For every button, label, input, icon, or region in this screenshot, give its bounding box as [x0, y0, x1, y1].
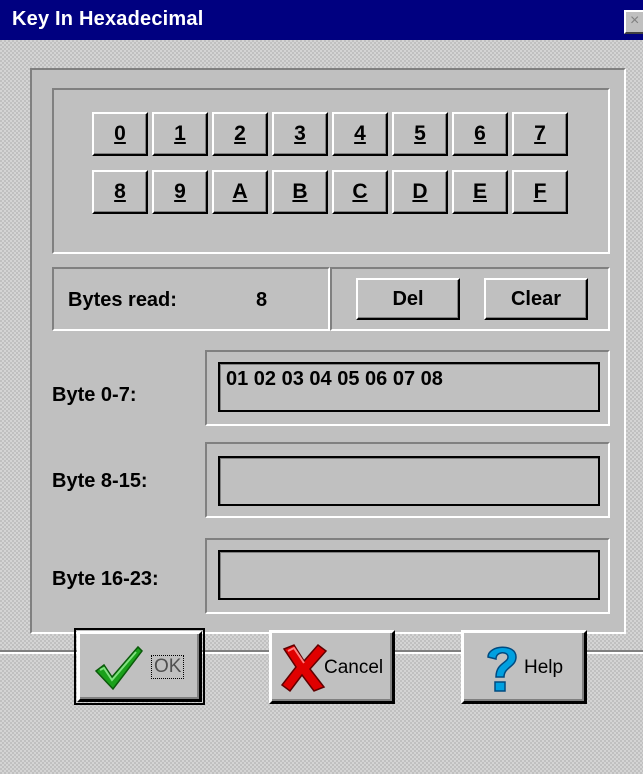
hex-key-5[interactable]: 5	[392, 112, 448, 156]
hex-key-3[interactable]: 3	[272, 112, 328, 156]
check-icon	[94, 645, 143, 691]
hex-key-a[interactable]: A	[212, 170, 268, 214]
x-icon	[280, 643, 328, 693]
clear-button-label: Clear	[510, 288, 562, 310]
close-icon: ×	[630, 12, 640, 29]
hex-key-6[interactable]: 6	[452, 112, 508, 156]
hex-key-b[interactable]: B	[272, 170, 328, 214]
byte-row-1-label: Byte 8-15:	[52, 470, 148, 492]
byte-row-2-field[interactable]	[218, 550, 600, 600]
clear-button[interactable]: Clear	[484, 278, 588, 320]
bytes-read-label: Bytes read:	[68, 289, 177, 311]
hex-key-8[interactable]: 8	[92, 170, 148, 214]
hex-key-0[interactable]: 0	[92, 112, 148, 156]
del-button[interactable]: Del	[356, 278, 460, 320]
ok-button[interactable]: OK	[77, 631, 202, 702]
title-bar: Key In Hexadecimal ×	[0, 0, 643, 40]
cancel-button[interactable]: Cancel	[269, 630, 395, 704]
hex-key-d[interactable]: D	[392, 170, 448, 214]
hex-key-e[interactable]: E	[452, 170, 508, 214]
hex-key-c[interactable]: C	[332, 170, 388, 214]
hex-key-1[interactable]: 1	[152, 112, 208, 156]
byte-row-0-field[interactable]: 01 02 03 04 05 06 07 08	[218, 362, 600, 412]
hex-key-7[interactable]: 7	[512, 112, 568, 156]
byte-row-2-label: Byte 16-23:	[52, 568, 159, 590]
cancel-button-label: Cancel	[324, 657, 384, 678]
byte-row-1-field[interactable]	[218, 456, 600, 506]
hex-key-2[interactable]: 2	[212, 112, 268, 156]
hex-key-4[interactable]: 4	[332, 112, 388, 156]
del-button-label: Del	[392, 288, 424, 310]
close-button[interactable]: ×	[624, 10, 643, 34]
bytes-read-value: 8	[256, 289, 268, 311]
ok-button-label: OK	[150, 655, 185, 679]
question-icon	[487, 646, 517, 692]
window-title: Key In Hexadecimal	[12, 8, 204, 30]
help-button-label: Help	[524, 657, 564, 678]
hex-key-9[interactable]: 9	[152, 170, 208, 214]
help-button[interactable]: Help	[461, 630, 587, 704]
hex-key-f[interactable]: F	[512, 170, 568, 214]
byte-row-0-label: Byte 0-7:	[52, 384, 137, 406]
